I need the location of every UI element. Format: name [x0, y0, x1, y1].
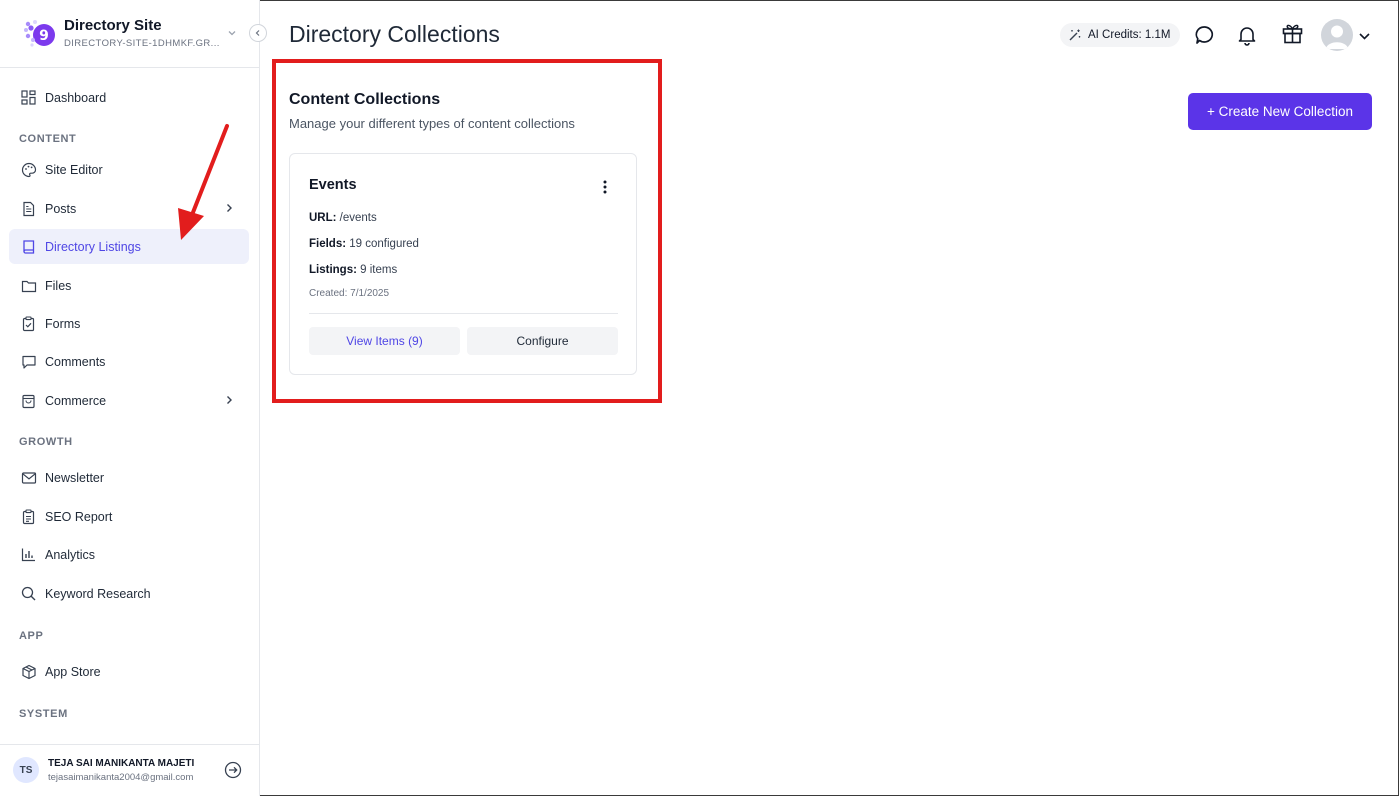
site-logo-icon: 9 [24, 20, 55, 47]
package-icon [20, 663, 37, 680]
svg-text:9: 9 [39, 28, 49, 44]
sidebar-item-label: Dashboard [45, 90, 107, 105]
sidebar-item-commerce[interactable]: Commerce [9, 383, 249, 418]
page-title: Directory Collections [289, 21, 500, 47]
user-avatar[interactable] [1321, 19, 1353, 51]
sidebar-item-seo-report[interactable]: SEO Report [9, 499, 249, 534]
sidebar-item-forms[interactable]: Forms [9, 306, 249, 341]
sidebar-item-label: Comments [45, 354, 106, 369]
sidebar-item-label: Posts [45, 201, 77, 216]
user-email: tejasaimanikanta2004@gmail.com [48, 772, 194, 783]
sidebar-item-files[interactable]: Files [9, 268, 249, 303]
user-name: TEJA SAI MANIKANTA MAJETI [48, 758, 195, 769]
folder-icon [20, 277, 37, 294]
sidebar-item-label: App Store [45, 664, 101, 679]
site-id: DIRECTORY-SITE-1DHMKF.GR... [64, 38, 220, 49]
logout-icon[interactable] [224, 761, 242, 779]
section-label-content: CONTENT [19, 133, 77, 145]
document-icon [20, 200, 37, 217]
collapse-sidebar-button[interactable] [249, 24, 267, 42]
annotation-arrow [178, 124, 229, 240]
section-label-system: SYSTEM [19, 708, 68, 720]
chevron-down-icon[interactable] [1358, 30, 1371, 42]
sidebar-item-label: Forms [45, 316, 81, 331]
chat-icon[interactable] [1194, 24, 1216, 46]
sidebar-item-dashboard[interactable]: Dashboard [9, 80, 249, 115]
sidebar-item-analytics[interactable]: Analytics [9, 537, 249, 572]
section-label-growth: GROWTH [19, 436, 73, 448]
avatar-placeholder-icon [1326, 25, 1348, 49]
dashboard-icon [20, 89, 37, 106]
user-profile: TS TEJA SAI MANIKANTA MAJETI tejasaimani… [0, 744, 259, 796]
sidebar-item-label: Directory Listings [45, 239, 141, 254]
comment-icon [20, 353, 37, 370]
book-icon [20, 238, 37, 255]
site-switcher[interactable]: 9 Directory Site DIRECTORY-SITE-1DHMKF.G… [0, 0, 259, 68]
site-title: Directory Site [64, 17, 162, 34]
create-new-collection-button[interactable]: + Create New Collection [1188, 93, 1372, 130]
sidebar-item-newsletter[interactable]: Newsletter [9, 460, 249, 495]
sidebar-item-comments[interactable]: Comments [9, 344, 249, 379]
sidebar-item-label: Commerce [45, 393, 107, 408]
avatar: TS [13, 757, 39, 783]
ai-credits-badge[interactable]: AI Credits: 1.1M [1060, 23, 1181, 47]
shopping-bag-icon [20, 392, 37, 409]
sidebar-item-label: Keyword Research [45, 586, 151, 601]
section-label-app: APP [19, 630, 44, 642]
ai-credits-label: AI Credits: 1.1M [1088, 29, 1171, 41]
clipboard-check-icon [20, 315, 37, 332]
clipboard-list-icon [20, 508, 37, 525]
palette-icon [20, 161, 37, 178]
magic-wand-icon [1069, 29, 1081, 41]
gift-icon[interactable] [1281, 22, 1304, 45]
sidebar-item-label: Site Editor [45, 162, 103, 177]
sidebar-item-label: Newsletter [45, 470, 105, 485]
sidebar-item-keyword-research[interactable]: Keyword Research [9, 576, 249, 611]
sidebar-item-app-store[interactable]: App Store [9, 654, 249, 689]
chevron-left-icon [255, 30, 260, 36]
sidebar-item-label: Analytics [45, 547, 96, 562]
sidebar-item-label: Files [45, 278, 72, 293]
annotation-highlight-box [272, 59, 662, 403]
chevron-right-icon [227, 396, 232, 404]
chevron-down-icon [228, 31, 236, 36]
bell-icon[interactable] [1236, 24, 1258, 46]
bar-chart-icon [20, 546, 37, 563]
search-icon [20, 585, 37, 602]
sidebar-item-label: SEO Report [45, 509, 113, 524]
mail-icon [20, 469, 37, 486]
